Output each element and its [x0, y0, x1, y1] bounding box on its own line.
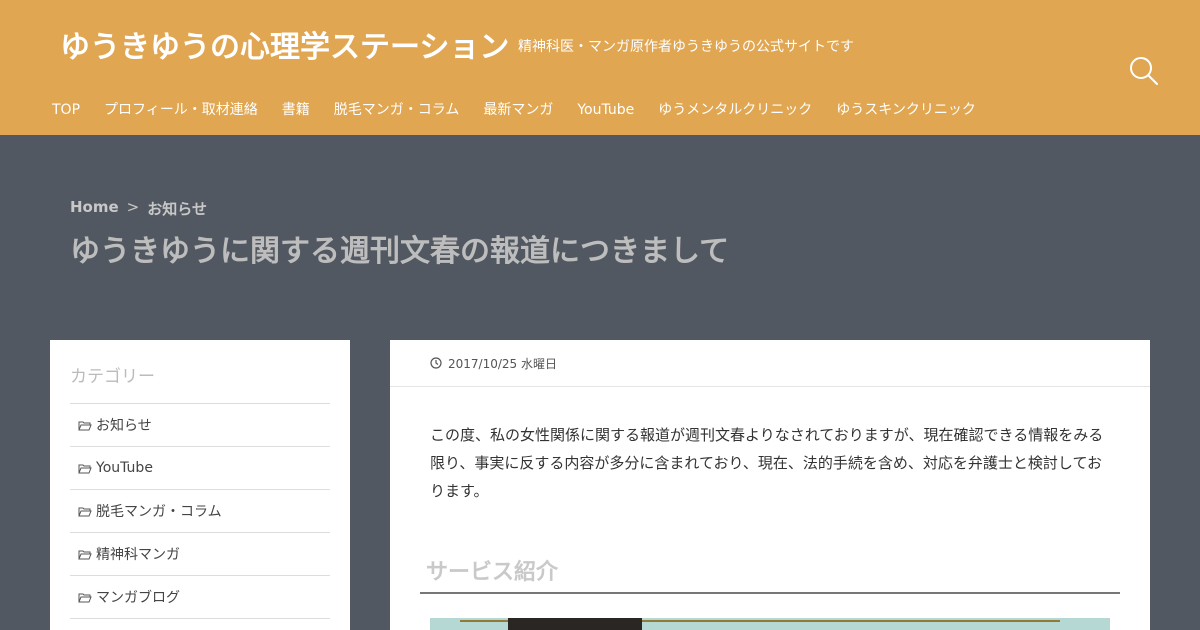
- breadcrumb-separator: >: [126, 198, 140, 216]
- category-list: お知らせ YouTube 脱毛マンガ・コラム 精神科マンガ マンガブログ: [70, 403, 330, 619]
- nav-item-books[interactable]: 書籍: [282, 98, 310, 122]
- category-label: お知らせ: [96, 418, 152, 434]
- category-label: 精神科マンガ: [96, 547, 180, 563]
- nav-item-latest-manga[interactable]: 最新マンガ: [483, 98, 553, 122]
- nav-item-skin-clinic[interactable]: ゆうスキンクリニック: [836, 98, 976, 122]
- breadcrumb-home[interactable]: Home: [70, 198, 119, 219]
- section-heading: サービス紹介: [420, 554, 1120, 594]
- category-label: 脱毛マンガ・コラム: [96, 504, 222, 520]
- search-icon[interactable]: [1128, 55, 1160, 87]
- category-item[interactable]: 脱毛マンガ・コラム: [70, 490, 330, 533]
- clock-icon: [430, 357, 442, 369]
- category-item[interactable]: 精神科マンガ: [70, 533, 330, 576]
- sidebar: カテゴリー お知らせ YouTube 脱毛マンガ・コラム 精神科マンガ マンガブ…: [50, 340, 350, 630]
- post-body: この度、私の女性関係に関する報道が週刊文春よりなされておりますが、現在確認できる…: [430, 426, 1104, 500]
- breadcrumb: Home > お知らせ: [70, 198, 207, 219]
- folder-open-icon: [78, 464, 92, 473]
- category-item[interactable]: お知らせ: [70, 404, 330, 447]
- folder-open-icon: [78, 507, 92, 516]
- site-title[interactable]: ゆうきゆうの心理学ステーション: [60, 22, 509, 66]
- folder-open-icon: [78, 421, 92, 430]
- nav-item-top[interactable]: TOP: [52, 98, 80, 122]
- category-item[interactable]: YouTube: [70, 447, 330, 490]
- page-title: ゆうきゆうに関する週刊文春の報道につきまして: [70, 234, 730, 269]
- folder-open-icon: [78, 550, 92, 559]
- nav-item-mental-clinic[interactable]: ゆうメンタルクリニック: [658, 98, 812, 122]
- site-tagline: 精神科医・マンガ原作者ゆうきゆうの公式サイトです: [518, 39, 854, 55]
- post-date: 2017/10/25 水曜日: [448, 356, 557, 371]
- category-item[interactable]: マンガブログ: [70, 576, 330, 619]
- sidebar-heading: カテゴリー: [70, 367, 155, 387]
- breadcrumb-current[interactable]: お知らせ: [147, 198, 207, 219]
- global-nav: TOP プロフィール・取材連絡 書籍 脱毛マンガ・コラム 最新マンガ YouTu…: [52, 98, 1000, 122]
- article: 2017/10/25 水曜日 この度、私の女性関係に関する報道が週刊文春よりなさ…: [390, 340, 1150, 630]
- nav-item-profile[interactable]: プロフィール・取材連絡: [104, 98, 258, 122]
- site-header: ゆうきゆうの心理学ステーション 精神科医・マンガ原作者ゆうきゆうの公式サイトです…: [0, 0, 1200, 135]
- category-label: マンガブログ: [96, 590, 180, 606]
- category-label: YouTube: [96, 460, 153, 476]
- banner-portrait: [508, 618, 642, 630]
- post-meta: 2017/10/25 水曜日: [390, 340, 1150, 387]
- folder-open-icon: [78, 593, 92, 602]
- service-banner-image[interactable]: [430, 618, 1110, 630]
- nav-item-hair-removal-manga[interactable]: 脱毛マンガ・コラム: [334, 98, 460, 122]
- nav-item-youtube[interactable]: YouTube: [577, 98, 634, 122]
